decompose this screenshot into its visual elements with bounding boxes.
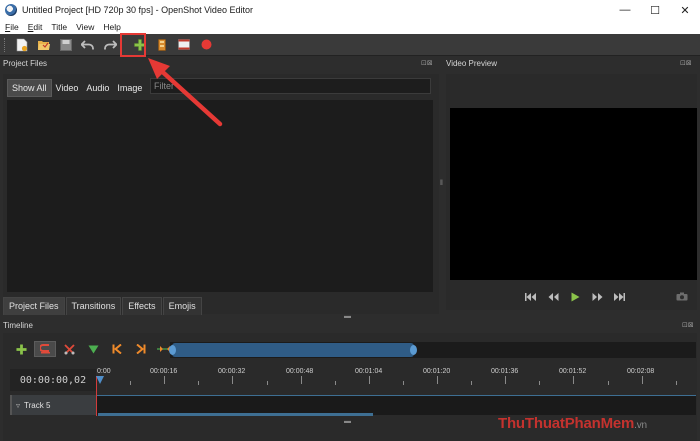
toolbar-grip[interactable] xyxy=(4,37,7,52)
import-files-highlight-box xyxy=(120,33,146,57)
menu-help[interactable]: Help xyxy=(103,22,120,32)
window-title: Untitled Project [HD 720p 30 fps] - Open… xyxy=(22,5,253,15)
timeline-title: Timeline xyxy=(3,321,33,330)
filter-tabs: Show All Video Audio Image xyxy=(7,79,146,97)
maximize-button[interactable]: ☐ xyxy=(640,0,670,20)
undo-icon[interactable] xyxy=(78,36,98,54)
jump-start-icon[interactable] xyxy=(520,290,542,304)
ruler-tick xyxy=(675,381,677,385)
ruler-tick xyxy=(334,381,336,385)
filter-show-all[interactable]: Show All xyxy=(7,79,52,97)
ruler-tick xyxy=(130,381,132,385)
ruler-label: 0:00 xyxy=(97,368,111,375)
track-area[interactable] xyxy=(96,395,696,415)
profile-icon[interactable] xyxy=(152,36,172,54)
ruler-tick xyxy=(471,381,473,385)
ruler-tick xyxy=(505,376,507,384)
filter-audio[interactable]: Audio xyxy=(82,80,113,96)
add-marker-icon[interactable] xyxy=(82,341,104,357)
tab-effects[interactable]: Effects xyxy=(122,297,162,315)
timeline-scrollbar[interactable] xyxy=(98,413,373,416)
ruler-label: 00:01:52 xyxy=(559,368,587,375)
timeline-dock-controls[interactable]: ⊡⊠ xyxy=(682,321,694,329)
record-icon[interactable] xyxy=(196,36,216,54)
new-project-icon[interactable] xyxy=(12,36,32,54)
ruler-tick xyxy=(402,381,404,385)
ruler-label: 00:02:08 xyxy=(627,368,655,375)
filter-image[interactable]: Image xyxy=(113,80,146,96)
filter-input[interactable]: Filter xyxy=(150,78,431,94)
open-project-icon[interactable] xyxy=(34,36,54,54)
ruler-tick xyxy=(437,376,438,384)
menu-title[interactable]: Title xyxy=(51,22,67,32)
track-header[interactable]: ▿ Track 5 xyxy=(10,395,96,415)
zoom-handle-right[interactable] xyxy=(410,345,417,355)
track-name: Track 5 xyxy=(24,400,51,410)
timeline-toolbar xyxy=(10,341,178,357)
ruler-tick xyxy=(641,376,643,384)
fast-forward-icon[interactable] xyxy=(586,290,608,304)
ruler-tick xyxy=(198,381,200,385)
ruler-label: 00:01:20 xyxy=(423,368,451,375)
window-controls: — ☐ ✕ xyxy=(610,0,700,20)
bottom-dock-tabs: Project Files Transitions Effects Emojis xyxy=(3,297,203,315)
previous-marker-icon[interactable] xyxy=(106,341,128,357)
minimize-button[interactable]: — xyxy=(610,0,640,20)
playhead-marker[interactable] xyxy=(96,376,104,384)
project-files-list[interactable] xyxy=(7,100,433,292)
playback-controls xyxy=(520,290,630,304)
menu-view[interactable]: View xyxy=(76,22,94,32)
menu-file[interactable]: File xyxy=(5,22,19,32)
rewind-icon[interactable] xyxy=(542,290,564,304)
ruler-label: 00:01:36 xyxy=(491,368,519,375)
filter-video[interactable]: Video xyxy=(52,80,83,96)
ruler-tick xyxy=(539,381,541,385)
project-files-title: Project Files xyxy=(3,59,48,68)
horizontal-splitter[interactable]: ▬ xyxy=(344,313,351,320)
ruler-tick xyxy=(368,376,370,384)
timeline-splitter[interactable]: ▬ xyxy=(344,418,351,425)
watermark: ThuThuatPhanMem.vn xyxy=(498,415,647,432)
menu-bar: File Edit Title View Help xyxy=(0,20,700,34)
tab-emojis[interactable]: Emojis xyxy=(162,297,202,315)
ruler-tick xyxy=(266,381,268,385)
track-expand-icon[interactable]: ▿ xyxy=(16,401,20,410)
ruler-label: 00:00:16 xyxy=(150,368,178,375)
tab-project-files[interactable]: Project Files xyxy=(3,297,65,315)
add-track-icon[interactable] xyxy=(10,341,32,357)
camera-icon[interactable] xyxy=(676,292,688,303)
razor-icon[interactable] xyxy=(58,341,80,357)
ruler-tick xyxy=(232,376,234,384)
ruler-tick xyxy=(164,376,166,384)
video-preview-dock-controls[interactable]: ⊡⊠ xyxy=(680,59,692,67)
main-toolbar xyxy=(0,34,700,56)
save-project-icon[interactable] xyxy=(56,36,76,54)
export-icon[interactable] xyxy=(174,36,194,54)
timeline-ruler[interactable]: 0:00 00:00:16 00:00:32 00:00:48 00:01:04… xyxy=(96,366,696,394)
title-bar: Untitled Project [HD 720p 30 fps] - Open… xyxy=(0,0,700,20)
video-preview-screen xyxy=(450,108,697,280)
ruler-tick xyxy=(573,376,575,384)
timecode-display: 00:00:00,02 xyxy=(10,369,96,391)
menu-edit[interactable]: Edit xyxy=(28,22,43,32)
zoom-slider-range[interactable] xyxy=(172,343,414,357)
snapping-icon[interactable] xyxy=(34,341,56,357)
ruler-tick xyxy=(300,376,302,384)
jump-end-icon[interactable] xyxy=(608,290,630,304)
ruler-tick xyxy=(607,381,609,385)
tab-transitions[interactable]: Transitions xyxy=(65,297,122,315)
play-icon[interactable] xyxy=(564,290,586,304)
ruler-label: 00:01:04 xyxy=(355,368,383,375)
openshot-logo-icon xyxy=(5,4,17,16)
redo-icon[interactable] xyxy=(100,36,120,54)
ruler-label: 00:00:32 xyxy=(218,368,246,375)
video-preview-title: Video Preview xyxy=(446,59,497,68)
vertical-splitter[interactable]: ‖ xyxy=(438,180,445,187)
ruler-label: 00:00:48 xyxy=(286,368,314,375)
zoom-handle-left[interactable] xyxy=(169,345,176,355)
project-files-dock-controls[interactable]: ⊡⊠ xyxy=(421,59,433,67)
next-marker-icon[interactable] xyxy=(130,341,152,357)
close-button[interactable]: ✕ xyxy=(670,0,700,20)
